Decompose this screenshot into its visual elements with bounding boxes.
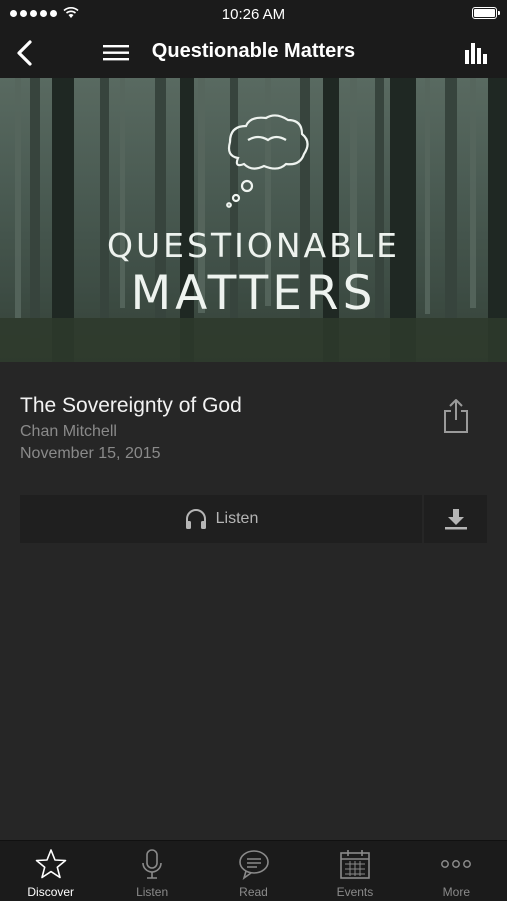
banner-title-line2: MATTERS	[130, 266, 377, 321]
download-button[interactable]	[424, 495, 487, 543]
series-banner: QUESTIONABLE MATTERS	[0, 78, 507, 362]
star-icon	[35, 849, 67, 879]
tab-label: More	[442, 885, 470, 899]
nav-bar: Questionable Matters	[0, 28, 507, 78]
calendar-icon	[340, 850, 370, 879]
signal-indicator	[10, 7, 79, 19]
tab-read[interactable]: Read	[203, 841, 304, 901]
share-button[interactable]	[441, 398, 471, 434]
tab-label: Discover	[27, 885, 75, 899]
status-bar: 10:26 AM	[0, 0, 507, 28]
download-icon	[444, 509, 467, 530]
share-icon	[444, 399, 468, 433]
tab-listen[interactable]: Listen	[101, 841, 202, 901]
status-time: 10:26 AM	[221, 5, 286, 23]
listen-label: Listen	[215, 510, 259, 527]
tab-events[interactable]: Events	[304, 841, 405, 901]
bar-chart-icon	[465, 43, 487, 64]
more-dots-icon	[441, 860, 472, 868]
headphones-icon	[185, 509, 206, 529]
tab-label: Read	[239, 885, 268, 899]
stats-button[interactable]	[463, 40, 489, 66]
page-title: Questionable Matters	[151, 40, 356, 62]
tab-bar: Discover Listen Read Events More	[0, 840, 507, 901]
sermon-speaker: Chan Mitchell	[20, 423, 117, 440]
signal-strength-icon	[10, 9, 57, 17]
banner-title-line1: QUESTIONABLE	[107, 226, 400, 265]
listen-button[interactable]: Listen	[20, 495, 422, 543]
sermon-title: The Sovereignty of God	[20, 394, 242, 417]
speech-bubble-icon	[238, 850, 269, 880]
tab-label: Listen	[136, 885, 169, 899]
tab-label: Events	[336, 885, 374, 899]
battery-icon	[472, 7, 500, 19]
microphone-icon	[142, 849, 162, 879]
tab-more[interactable]: More	[406, 841, 507, 901]
wifi-icon	[63, 7, 79, 18]
sermon-date: November 15, 2015	[20, 445, 161, 462]
tab-discover[interactable]: Discover	[0, 841, 101, 901]
